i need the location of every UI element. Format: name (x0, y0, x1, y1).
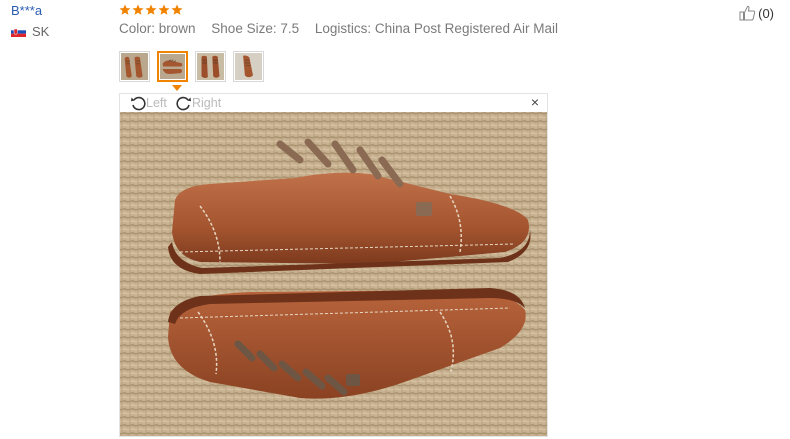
slovakia-flag-icon (11, 26, 26, 37)
photo-thumbnail-active[interactable] (157, 51, 188, 82)
star-icon (171, 4, 183, 15)
thumbnail-image (197, 53, 224, 80)
reviewer-name[interactable]: B***a (11, 3, 49, 19)
active-thumbnail-indicator (172, 85, 182, 91)
star-icon (145, 4, 157, 15)
photo-thumbnails (119, 51, 264, 82)
photo-thumbnail[interactable] (195, 51, 226, 82)
review-photo (120, 112, 547, 436)
rotate-left-label: Left (146, 96, 167, 110)
rotate-right-icon (176, 96, 191, 111)
country-code: SK (32, 24, 50, 39)
thumbs-up-icon (739, 5, 756, 21)
helpful-button[interactable]: (0) (739, 5, 774, 21)
thumbnail-image (160, 54, 185, 79)
attribute-shoe-size: Shoe Size: 7.5 (211, 21, 300, 36)
photo-thumbnail[interactable] (119, 51, 150, 82)
close-viewer-button[interactable]: × (531, 94, 539, 111)
rotate-right-button[interactable]: Right (176, 95, 221, 111)
rotate-left-icon (131, 96, 146, 111)
star-icon (132, 4, 144, 15)
star-rating (119, 4, 183, 16)
attribute-color: Color: brown (119, 21, 196, 36)
thumbnail-image (235, 53, 262, 80)
order-attributes: Color: brown Shoe Size: 7.5 Logistics: C… (119, 21, 570, 36)
rotate-right-label: Right (192, 96, 222, 110)
star-icon (158, 4, 170, 15)
rotate-left-button[interactable]: Left (130, 95, 167, 111)
attribute-logistics: Logistics: China Post Registered Air Mai… (314, 21, 558, 36)
thumbnail-image (121, 53, 148, 80)
viewer-toolbar: Left Right × (120, 94, 547, 111)
star-icon (119, 4, 131, 15)
photo-thumbnail[interactable] (233, 51, 264, 82)
reviewer-country: SK (11, 24, 49, 39)
helpful-count: (0) (758, 5, 774, 21)
reviewer-info: B***a SK (11, 3, 49, 39)
photo-viewer: Left Right × (119, 93, 548, 437)
